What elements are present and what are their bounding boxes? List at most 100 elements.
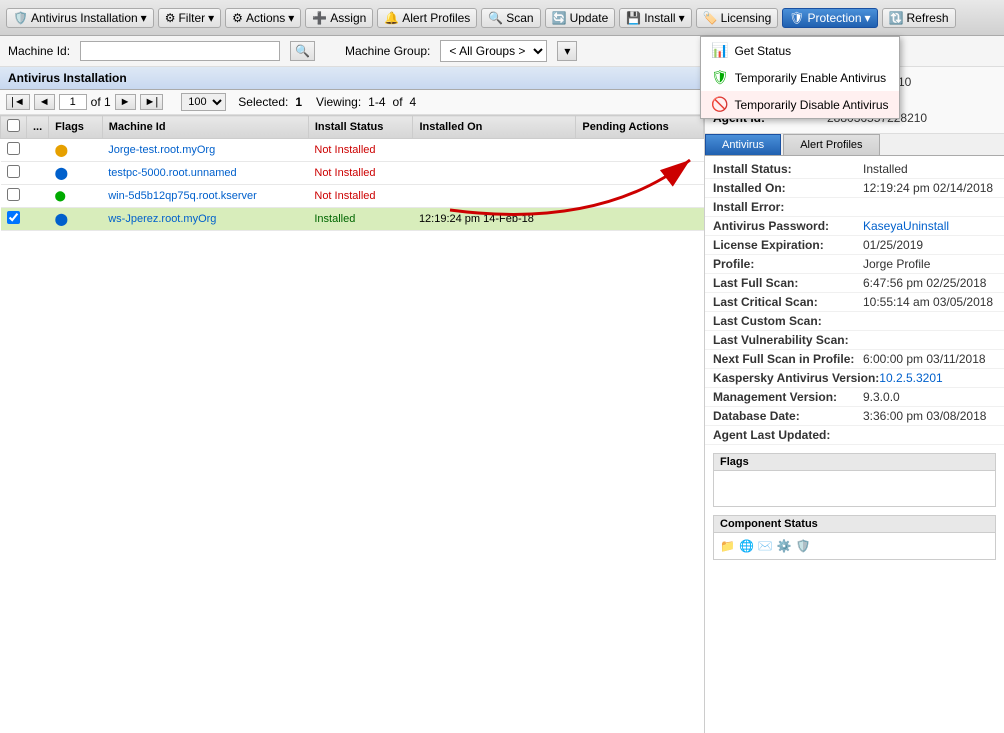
row-checkbox[interactable]: [7, 188, 20, 201]
row-flag: ⬤: [49, 162, 103, 185]
assign-button[interactable]: ➕ Assign: [305, 8, 373, 28]
col-machine-id[interactable]: Machine Id: [102, 116, 308, 139]
update-button[interactable]: 🔄 Update: [545, 8, 616, 28]
detail-row: Kaspersky Antivirus Version:10.2.5.3201: [705, 369, 1004, 388]
viewing-range: 1-4: [368, 95, 385, 109]
component-icons: 📁 🌐 ✉️ ⚙️ 🛡️: [714, 533, 995, 559]
licensing-button[interactable]: 🏷️ Licensing: [696, 8, 779, 28]
temp-disable-antivirus-item[interactable]: 🚫 Temporarily Disable Antivirus: [701, 91, 899, 118]
tab-antivirus[interactable]: Antivirus: [705, 134, 781, 155]
row-pending-actions: [576, 185, 704, 208]
row-dots[interactable]: [27, 139, 49, 162]
last-page-button[interactable]: ►|: [140, 94, 164, 110]
dropdown-arrow-icon: ▾: [141, 11, 147, 25]
detail-row: Profile:Jorge Profile: [705, 255, 1004, 274]
first-page-button[interactable]: |◄: [6, 94, 30, 110]
install-icon: 💾: [626, 11, 641, 25]
filter-button[interactable]: ⚙ Filter ▾: [158, 8, 221, 28]
detail-row: Last Vulnerability Scan:: [705, 331, 1004, 350]
detail-value: 10:55:14 am 03/05/2018: [863, 295, 993, 309]
row-install-status: Installed: [308, 208, 413, 231]
rows-per-page-select[interactable]: 100 50 25: [181, 93, 226, 111]
search-button[interactable]: 🔍: [290, 41, 315, 61]
select-all-checkbox[interactable]: [7, 119, 20, 132]
detail-value: Installed: [863, 162, 908, 176]
viewing-total: 4: [410, 95, 417, 109]
detail-row: Database Date:3:36:00 pm 03/08/2018: [705, 407, 1004, 426]
licensing-icon: 🏷️: [703, 11, 718, 25]
detail-value: KaseyaUninstall: [863, 219, 949, 233]
row-machine-id[interactable]: ws-Jperez.root.myOrg: [102, 208, 308, 231]
row-dots[interactable]: [27, 185, 49, 208]
detail-label: Last Full Scan:: [713, 276, 863, 290]
col-checkbox: [1, 116, 27, 139]
row-checkbox[interactable]: [7, 165, 20, 178]
disable-icon: 🚫: [711, 96, 728, 113]
assign-icon: ➕: [312, 11, 327, 25]
scan-icon: 🔍: [488, 11, 503, 25]
row-checkbox[interactable]: [7, 211, 20, 224]
get-status-item[interactable]: 📊 Get Status: [701, 37, 899, 64]
section-title: Antivirus Installation: [0, 67, 704, 90]
antivirus-installation-button[interactable]: 🛡️ Antivirus Installation ▾: [6, 8, 154, 28]
detail-label: Last Critical Scan:: [713, 295, 863, 309]
col-install-status[interactable]: Install Status: [308, 116, 413, 139]
actions-dropdown-icon: ▾: [288, 11, 294, 25]
prev-page-button[interactable]: ◄: [34, 94, 55, 110]
machines-table: ... Flags Machine Id Install Status Inst…: [0, 115, 704, 231]
left-panel: Antivirus Installation |◄ ◄ of 1 ► ►| 10…: [0, 67, 705, 733]
protection-icon: 🛡: [789, 11, 804, 25]
install-button[interactable]: 💾 Install ▾: [619, 8, 691, 28]
alert-profiles-icon: 🔔: [384, 11, 399, 25]
viewing-label: Viewing:: [316, 95, 361, 109]
row-dots[interactable]: [27, 208, 49, 231]
install-dropdown-icon: ▾: [679, 11, 685, 25]
flags-title: Flags: [714, 454, 995, 471]
machine-group-select[interactable]: < All Groups >: [440, 40, 547, 62]
flag-icon: ⬤: [55, 143, 68, 157]
selected-label: Selected:: [238, 95, 288, 109]
detail-value: 9.3.0.0: [863, 390, 900, 404]
detail-value: Jorge Profile: [863, 257, 930, 271]
table-row[interactable]: ⬤ testpc-5000.root.unnamedNot Installed: [1, 162, 704, 185]
table-row[interactable]: ⬤ws-Jperez.root.myOrgInstalled12:19:24 p…: [1, 208, 704, 231]
refresh-button[interactable]: 🔃 Refresh: [882, 8, 956, 28]
row-machine-id[interactable]: testpc-5000.root.unnamed: [102, 162, 308, 185]
protection-button[interactable]: 🛡 Protection ▾: [782, 8, 877, 28]
temp-enable-antivirus-item[interactable]: 🛡 Temporarily Enable Antivirus: [701, 64, 899, 91]
detail-row: Install Error:: [705, 198, 1004, 217]
row-checkbox[interactable]: [7, 142, 20, 155]
machine-group-expand-button[interactable]: ▾: [557, 41, 577, 61]
filter-dropdown-icon: ▾: [208, 11, 214, 25]
comp-icon-1: 📁: [720, 539, 735, 553]
flags-box: Flags: [713, 453, 996, 507]
col-dots[interactable]: ...: [27, 116, 49, 139]
col-pending-actions[interactable]: Pending Actions: [576, 116, 704, 139]
row-dots[interactable]: [27, 162, 49, 185]
actions-button[interactable]: ⚙ Actions ▾: [225, 8, 301, 28]
row-machine-id[interactable]: win-5d5b12qp75q.root.kserver: [102, 185, 308, 208]
alert-profiles-button[interactable]: 🔔 Alert Profiles: [377, 8, 477, 28]
page-total: of 1: [91, 95, 111, 109]
next-page-button[interactable]: ►: [115, 94, 136, 110]
col-flags[interactable]: Flags: [49, 116, 103, 139]
table-row[interactable]: ⬤Jorge-test.root.myOrgNot Installed: [1, 139, 704, 162]
filter-icon: ⚙: [165, 11, 176, 25]
machine-id-input[interactable]: [80, 41, 280, 61]
page-number-input[interactable]: [59, 94, 87, 110]
col-installed-on[interactable]: Installed On: [413, 116, 576, 139]
detail-value: 6:47:56 pm 02/25/2018: [863, 276, 986, 290]
selected-count: 1: [295, 95, 302, 109]
enable-icon: 🛡: [711, 69, 729, 86]
flag-icon: ⬤: [55, 166, 68, 180]
detail-row: Management Version:9.3.0.0: [705, 388, 1004, 407]
detail-row: Last Full Scan:6:47:56 pm 02/25/2018: [705, 274, 1004, 293]
row-install-status: Not Installed: [308, 162, 413, 185]
row-machine-id[interactable]: Jorge-test.root.myOrg: [102, 139, 308, 162]
detail-label: Agent Last Updated:: [713, 428, 863, 442]
row-installed-on: 12:19:24 pm 14-Feb-18: [413, 208, 576, 231]
row-installed-on: [413, 139, 576, 162]
scan-button[interactable]: 🔍 Scan: [481, 8, 540, 28]
table-row[interactable]: ⬤win-5d5b12qp75q.root.kserverNot Install…: [1, 185, 704, 208]
tab-alert-profiles[interactable]: Alert Profiles: [783, 134, 879, 155]
